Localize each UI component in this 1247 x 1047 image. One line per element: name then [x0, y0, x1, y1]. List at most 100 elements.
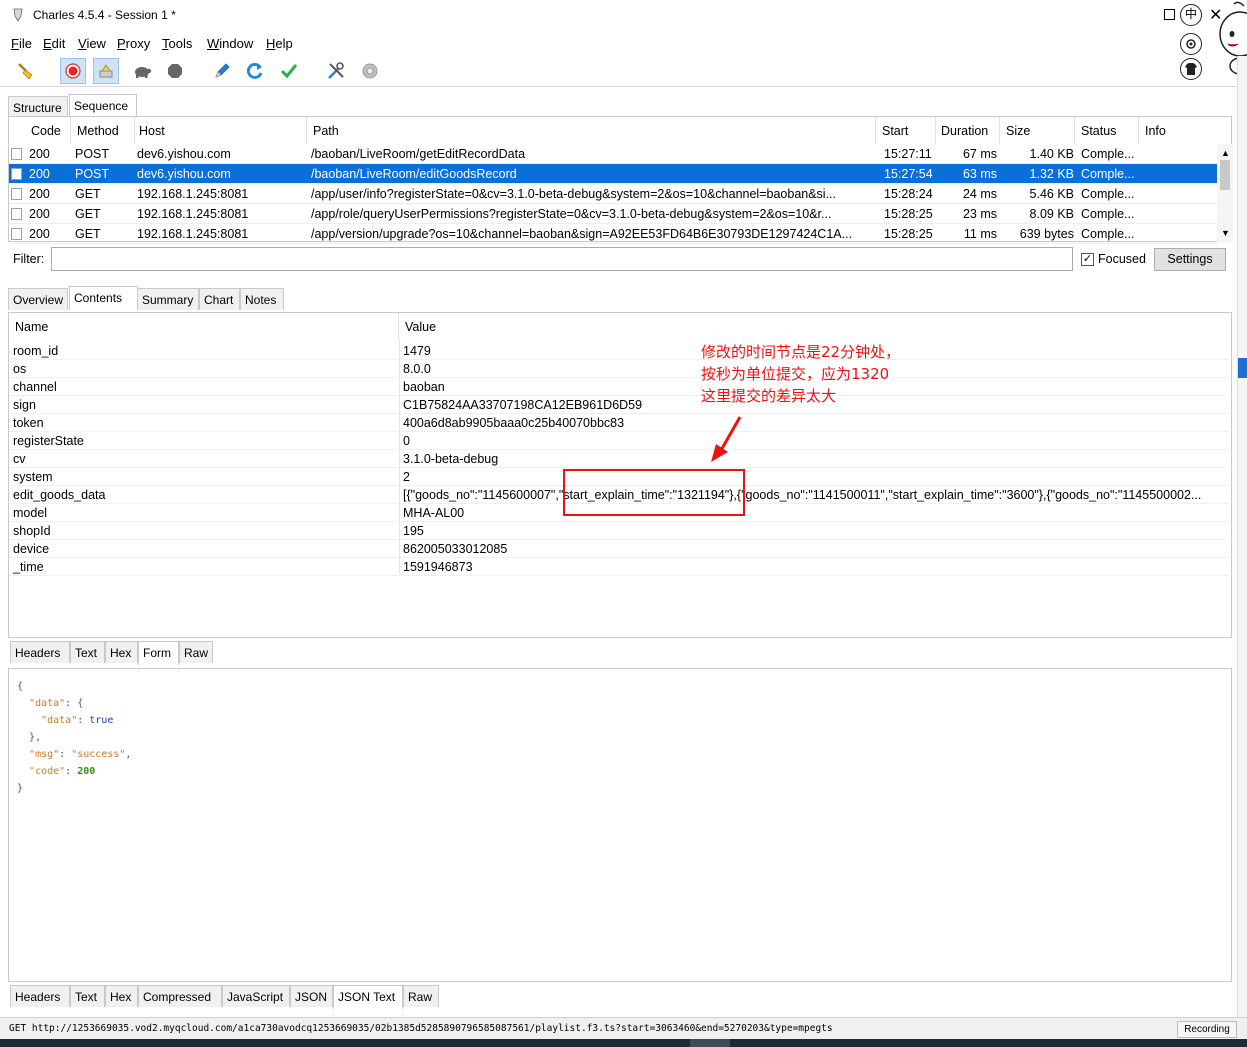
settings-toolbar-button[interactable] — [357, 58, 383, 84]
tab-request-headers[interactable]: Headers — [10, 641, 70, 663]
response-view-tabs: Headers Text Hex Compressed JavaScript J… — [10, 983, 450, 1009]
refresh-icon — [246, 63, 263, 79]
table-scrollbar[interactable]: ▲ ▼ — [1217, 144, 1233, 242]
column-header-start[interactable]: Start — [876, 117, 936, 144]
charles-app-icon — [13, 8, 23, 22]
tab-overview[interactable]: Overview — [8, 288, 68, 310]
stop-button[interactable] — [162, 58, 188, 84]
menu-file[interactable]: File — [11, 36, 32, 51]
table-row[interactable]: 200 GET 192.168.1.245:8081 /app/user/inf… — [9, 184, 1217, 204]
tab-request-form[interactable]: Form — [138, 641, 179, 665]
request-view-tabs: Headers Text Hex Form Raw — [10, 639, 240, 665]
form-row-device[interactable]: device 862005033012085 — [9, 540, 1229, 558]
tab-request-raw[interactable]: Raw — [179, 641, 213, 663]
record-icon — [65, 63, 81, 79]
scroll-up-icon[interactable]: ▲ — [1221, 148, 1230, 158]
tools-button[interactable] — [323, 58, 349, 84]
tab-summary[interactable]: Summary — [137, 288, 199, 310]
recording-badge[interactable]: Recording — [1177, 1021, 1237, 1038]
focused-label: Focused — [1098, 252, 1146, 266]
broom-button[interactable] — [12, 58, 38, 84]
broom-icon — [18, 63, 33, 80]
filter-label: Filter: — [13, 252, 45, 266]
sequence-table: Code Method Host Path Start Duration Siz… — [8, 116, 1233, 244]
form-row-sign[interactable]: sign C1B75824AA33707198CA12EB961D6D59 — [9, 396, 1229, 414]
column-header-path[interactable]: Path — [307, 117, 876, 144]
tab-sequence[interactable]: Sequence — [69, 94, 137, 118]
window-title: Charles 4.5.4 - Session 1 * — [33, 8, 176, 22]
document-icon — [11, 168, 22, 180]
form-row-channel[interactable]: channel baoban — [9, 378, 1229, 396]
annotation-highlight-box — [563, 469, 745, 516]
response-json-pane: { "data": { "data": true }, "msg": "succ… — [8, 668, 1232, 982]
scroll-thumb[interactable] — [1220, 160, 1230, 190]
tab-response-hex[interactable]: Hex — [105, 985, 138, 1007]
menu-tools[interactable]: Tools — [162, 36, 192, 51]
table-row[interactable]: 200 GET 192.168.1.245:8081 /app/version/… — [9, 224, 1217, 244]
turtle-icon — [135, 67, 152, 78]
tab-response-json[interactable]: JSON — [290, 985, 333, 1007]
form-row-shop-id[interactable]: shopId 195 — [9, 522, 1229, 540]
tab-response-headers[interactable]: Headers — [10, 985, 70, 1007]
tab-notes[interactable]: Notes — [240, 288, 284, 310]
focused-checkbox[interactable]: ✓ — [1081, 253, 1094, 266]
menu-edit[interactable]: Edit — [43, 36, 65, 51]
tab-request-hex[interactable]: Hex — [105, 641, 138, 663]
document-icon — [11, 228, 22, 240]
tab-response-javascript[interactable]: JavaScript — [222, 985, 290, 1007]
form-row-token[interactable]: token 400a6d8ab9905baaa0c25b40070bbc83 — [9, 414, 1229, 432]
scroll-down-icon[interactable]: ▼ — [1221, 228, 1230, 238]
record-button[interactable] — [60, 58, 86, 84]
column-header-duration[interactable]: Duration — [935, 117, 1000, 144]
tab-request-text[interactable]: Text — [70, 641, 105, 663]
stop-icon — [168, 64, 182, 78]
table-row[interactable]: 200 GET 192.168.1.245:8081 /app/role/que… — [9, 204, 1217, 224]
table-row-selected[interactable]: 200 POST dev6.yishou.com /baoban/LiveRoo… — [9, 164, 1217, 184]
form-row-time[interactable]: _time 1591946873 — [9, 558, 1229, 576]
tab-structure[interactable]: Structure — [8, 96, 68, 118]
ime-indicator[interactable]: 中 — [1180, 4, 1202, 26]
form-row-room-id[interactable]: room_id 1479 — [9, 342, 1229, 360]
form-row-cv[interactable]: cv 3.1.0-beta-debug — [9, 450, 1229, 468]
menu-proxy[interactable]: Proxy — [117, 36, 150, 51]
document-icon — [11, 188, 22, 200]
column-header-host[interactable]: Host — [133, 117, 307, 144]
breakpoints-button[interactable] — [129, 58, 155, 84]
column-header-size[interactable]: Size — [1000, 117, 1075, 144]
column-header-code[interactable]: Code — [25, 117, 71, 144]
compose-button[interactable] — [209, 58, 235, 84]
menu-help[interactable]: Help — [266, 36, 293, 51]
document-icon — [11, 208, 22, 220]
taskbar-highlight — [690, 1039, 730, 1047]
validate-button[interactable] — [276, 58, 302, 84]
column-header-info[interactable]: Info — [1139, 117, 1217, 144]
settings-button[interactable]: Settings — [1154, 248, 1226, 271]
toolbar — [0, 55, 1237, 87]
form-row-register-state[interactable]: registerState 0 — [9, 432, 1229, 450]
column-header-value[interactable]: Value — [399, 313, 1229, 340]
tab-response-compressed[interactable]: Compressed — [138, 985, 222, 1007]
filter-input[interactable] — [51, 247, 1073, 271]
throttle-icon — [99, 64, 113, 78]
table-row[interactable]: 200 POST dev6.yishou.com /baoban/LiveRoo… — [9, 144, 1217, 164]
taskbar-strip — [0, 1039, 1247, 1047]
window-restore-button[interactable] — [1164, 9, 1175, 20]
tab-response-json-text[interactable]: JSON Text — [333, 985, 403, 1009]
column-header-status[interactable]: Status — [1075, 117, 1139, 144]
column-header-method[interactable]: Method — [71, 117, 135, 144]
status-url: GET http://1253669035.vod2.myqcloud.com/… — [9, 1023, 833, 1034]
tab-response-text[interactable]: Text — [70, 985, 105, 1007]
tab-chart[interactable]: Chart — [199, 288, 240, 310]
form-row-os[interactable]: os 8.0.0 — [9, 360, 1229, 378]
repeat-button[interactable] — [242, 58, 268, 84]
throttle-button[interactable] — [93, 58, 119, 84]
title-bar: Charles 4.5.4 - Session 1 * ✕ — [0, 0, 1247, 32]
menu-view[interactable]: View — [78, 36, 106, 51]
gear-icon — [362, 63, 378, 79]
tab-contents[interactable]: Contents — [69, 286, 138, 310]
tab-response-raw[interactable]: Raw — [403, 985, 439, 1007]
right-edge-panel — [1237, 56, 1247, 1046]
column-header-name[interactable]: Name — [9, 313, 399, 340]
annotation-text: 修改的时间节点是22分钟处， 按秒为单位提交，应为1320 这里提交的差异太大 — [701, 343, 901, 405]
menu-window[interactable]: Window — [207, 36, 253, 51]
